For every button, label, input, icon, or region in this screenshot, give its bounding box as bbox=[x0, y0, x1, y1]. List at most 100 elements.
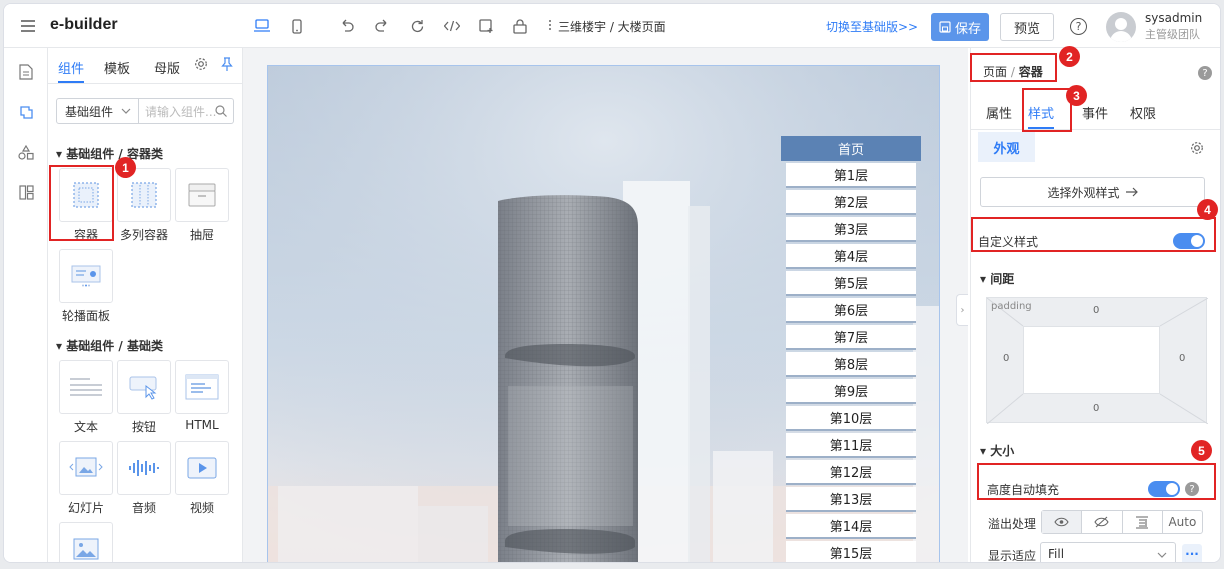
floor-button[interactable]: 第12层 bbox=[786, 460, 916, 485]
floor-button[interactable]: 第15层 bbox=[786, 541, 916, 562]
property-tabs: 属性 样式 事件 权限 bbox=[971, 94, 1220, 130]
page-canvas[interactable]: 首页 第1层 第2层 第3层 第4层 第5层 第6层 第7层 第8层 第9层 第10层 第11层 第1… bbox=[267, 65, 940, 562]
floor-button[interactable]: 第13层 bbox=[786, 487, 916, 512]
overflow-auto-option[interactable]: Auto bbox=[1163, 511, 1202, 533]
group-title-container[interactable]: ▾ 基础组件 / 容器类 bbox=[56, 145, 163, 162]
tab-style[interactable]: 样式 bbox=[1028, 103, 1054, 122]
save-label: 保存 bbox=[954, 21, 981, 37]
layout-icon[interactable] bbox=[16, 182, 36, 202]
help-icon[interactable]: ? bbox=[1198, 66, 1212, 80]
tab-permissions[interactable]: 权限 bbox=[1130, 103, 1156, 122]
avatar[interactable] bbox=[1106, 12, 1136, 42]
shapes-icon[interactable] bbox=[16, 142, 36, 162]
lock-icon[interactable] bbox=[509, 15, 531, 37]
component-text[interactable]: 文本 bbox=[59, 360, 113, 435]
switch-basic-link[interactable]: 切换至基础版>> bbox=[826, 18, 918, 35]
component-drawer[interactable]: 抽屉 bbox=[175, 168, 229, 243]
padding-right-value[interactable]: 0 bbox=[1179, 353, 1185, 364]
spacing-title: 间距 bbox=[990, 272, 1015, 286]
drawer-icon bbox=[188, 183, 216, 207]
tab-templates[interactable]: 模板 bbox=[104, 58, 130, 77]
undo-icon[interactable] bbox=[336, 15, 358, 37]
audio-icon bbox=[129, 460, 159, 476]
select-appearance-style-button[interactable]: 选择外观样式 bbox=[980, 177, 1205, 207]
page-breadcrumb[interactable]: 三维楼宇 / 大楼页面 bbox=[558, 18, 666, 35]
component-image[interactable] bbox=[59, 522, 113, 562]
component-carousel-panel[interactable]: 轮播面板 bbox=[59, 249, 113, 324]
padding-left-value[interactable]: 0 bbox=[1003, 353, 1009, 364]
group-title-basic[interactable]: ▾ 基础组件 / 基础类 bbox=[56, 337, 163, 354]
help-icon[interactable]: ? bbox=[1185, 482, 1199, 496]
redo-icon[interactable] bbox=[371, 15, 393, 37]
component-button[interactable]: 按钮 bbox=[117, 360, 171, 435]
component-type-select[interactable]: 基础组件 bbox=[56, 98, 139, 124]
floor-button[interactable]: 第10层 bbox=[786, 406, 916, 431]
drag-handle-icon[interactable] bbox=[548, 18, 552, 32]
active-tab-indicator bbox=[58, 81, 84, 83]
save-button[interactable]: 保存 bbox=[931, 13, 989, 41]
floor-button[interactable]: 第9层 bbox=[786, 379, 916, 404]
floor-button[interactable]: 第1层 bbox=[786, 163, 916, 188]
desktop-view-icon[interactable] bbox=[251, 15, 273, 37]
mobile-view-icon[interactable] bbox=[286, 15, 308, 37]
subtab-appearance[interactable]: 外观 bbox=[978, 132, 1035, 162]
component-audio[interactable]: 音频 bbox=[117, 441, 171, 516]
carousel-panel-thumb bbox=[59, 249, 113, 303]
page-icon[interactable] bbox=[16, 62, 36, 82]
floor-button[interactable]: 第3层 bbox=[786, 217, 916, 242]
spacing-section[interactable]: ▾ 间距 bbox=[980, 270, 1014, 287]
gear-icon[interactable] bbox=[1190, 140, 1204, 159]
refresh-icon[interactable] bbox=[406, 15, 428, 37]
chevron-down-icon bbox=[121, 108, 131, 114]
eye-icon bbox=[1054, 517, 1069, 527]
collapse-right-panel-button[interactable]: › bbox=[956, 294, 968, 326]
component-search-input[interactable]: 请输入组件... bbox=[139, 98, 234, 124]
component-icon[interactable] bbox=[16, 102, 36, 122]
gear-icon[interactable] bbox=[194, 57, 208, 75]
arrow-right-icon bbox=[1125, 187, 1138, 197]
floor-button[interactable]: 第11层 bbox=[786, 433, 916, 458]
pin-icon[interactable] bbox=[221, 57, 233, 75]
user-role: 主管级团队 bbox=[1145, 28, 1200, 41]
component-html[interactable]: HTML bbox=[175, 360, 229, 432]
tab-events[interactable]: 事件 bbox=[1082, 103, 1108, 122]
padding-bottom-value[interactable]: 0 bbox=[1093, 403, 1099, 414]
overflow-scroll-option[interactable] bbox=[1123, 511, 1163, 533]
component-video[interactable]: 视频 bbox=[175, 441, 229, 516]
user-name: sysadmin bbox=[1145, 11, 1203, 25]
tab-components[interactable]: 组件 bbox=[58, 58, 84, 77]
floor-button[interactable]: 第7层 bbox=[786, 325, 916, 350]
property-panel: 页面 / 容器 ? 属性 样式 事件 权限 外观 选择外观样式 自定义样式 ▾ … bbox=[970, 48, 1220, 562]
menu-icon[interactable] bbox=[17, 15, 39, 37]
floor-button[interactable]: 第8层 bbox=[786, 352, 916, 377]
carousel-panel-label: 轮播面板 bbox=[61, 309, 110, 323]
floor-button[interactable]: 第5层 bbox=[786, 271, 916, 296]
floor-button[interactable]: 第14层 bbox=[786, 514, 916, 539]
component-multi-column[interactable]: 多列容器 bbox=[117, 168, 171, 243]
floor-home-button[interactable]: 首页 bbox=[781, 136, 921, 161]
component-container[interactable]: 容器 bbox=[59, 168, 113, 243]
preview-button[interactable]: 预览 bbox=[1000, 13, 1054, 41]
floor-button[interactable]: 第6层 bbox=[786, 298, 916, 323]
code-icon[interactable] bbox=[441, 15, 463, 37]
user-info[interactable]: sysadmin 主管级团队 bbox=[1145, 11, 1202, 42]
crumb-page[interactable]: 页面 bbox=[983, 65, 1007, 79]
floor-list: 第1层 第2层 第3层 第4层 第5层 第6层 第7层 第8层 第9层 第10层 第11层 第12层第… bbox=[781, 163, 921, 562]
overflow-hidden-option[interactable] bbox=[1082, 511, 1123, 533]
custom-style-toggle[interactable] bbox=[1173, 233, 1205, 249]
padding-top-value[interactable]: 0 bbox=[1093, 305, 1099, 316]
help-icon[interactable]: ? bbox=[1070, 18, 1087, 35]
display-fit-select[interactable]: Fill bbox=[1040, 542, 1176, 562]
size-section[interactable]: ▾ 大小 bbox=[980, 442, 1014, 459]
add-page-icon[interactable] bbox=[475, 15, 497, 37]
component-slideshow[interactable]: 幻灯片 bbox=[59, 441, 113, 516]
video-thumb bbox=[175, 441, 229, 495]
floor-button[interactable]: 第4层 bbox=[786, 244, 916, 269]
overflow-visible-option[interactable] bbox=[1042, 511, 1083, 533]
tab-masters[interactable]: 母版 bbox=[154, 58, 180, 77]
auto-height-toggle[interactable] bbox=[1148, 481, 1180, 497]
tab-properties[interactable]: 属性 bbox=[986, 103, 1012, 122]
video-icon bbox=[187, 457, 217, 479]
more-options-button[interactable]: ··· bbox=[1182, 544, 1202, 562]
floor-button[interactable]: 第2层 bbox=[786, 190, 916, 215]
